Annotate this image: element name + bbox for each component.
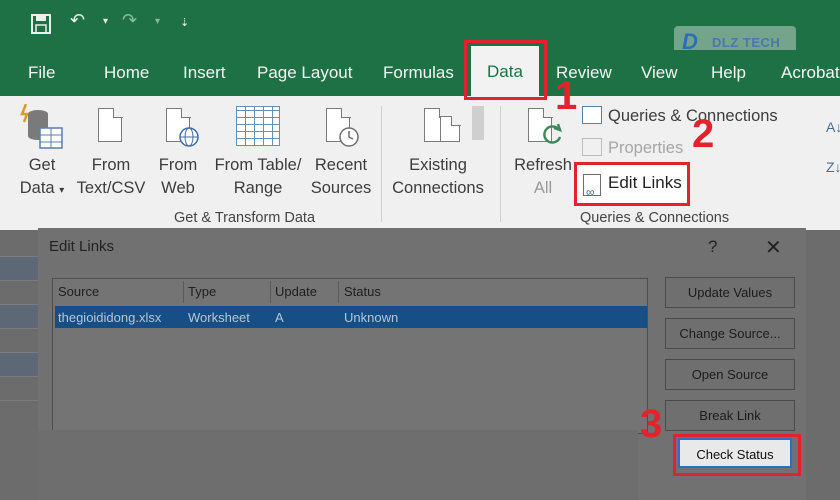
chevron-down-icon: ▾ — [59, 185, 65, 196]
cell-source: thegioididong.xlsx — [58, 310, 162, 325]
sort-za-icon[interactable]: Z↓ — [826, 156, 840, 179]
row-divider — [0, 376, 38, 377]
scroll-handle-icon — [472, 106, 484, 140]
save-icon[interactable] — [30, 13, 52, 35]
highlight-box-data-tab — [464, 40, 547, 100]
recent-sources-button[interactable]: Recent Sources — [306, 154, 376, 200]
title-bar: ↶ ▾ ↷ ▾ ⇣ D DLZ TECH — [0, 0, 840, 60]
column-header-update[interactable]: Update — [275, 284, 317, 299]
help-icon[interactable]: ? — [708, 237, 717, 257]
row-divider — [0, 256, 38, 257]
close-icon[interactable]: ✕ — [765, 235, 782, 260]
tab-view[interactable]: View — [641, 63, 678, 83]
table-icon — [236, 106, 280, 146]
highlight-box-check-status — [673, 434, 801, 476]
tab-insert[interactable]: Insert — [183, 63, 226, 83]
properties-icon — [582, 138, 602, 156]
column-divider — [338, 281, 339, 303]
row-header-selected — [0, 256, 38, 280]
update-values-button[interactable]: Update Values — [665, 277, 795, 308]
step-badge-3: 3 — [640, 402, 663, 446]
row-header-selected — [0, 352, 38, 376]
column-header-type[interactable]: Type — [188, 284, 216, 299]
database-icon — [18, 103, 66, 154]
existing-connections-button[interactable]: Existing Connections — [386, 154, 490, 200]
link-icon: ∞ — [586, 185, 595, 199]
text-file-icon — [98, 107, 123, 142]
connections-document-icon — [440, 115, 461, 142]
column-header-source[interactable]: Source — [58, 284, 99, 299]
from-web-button[interactable]: From Web — [150, 154, 206, 200]
group-label-queries: Queries & Connections — [580, 210, 730, 226]
table-row[interactable]: thegioididong.xlsx Worksheet A Unknown — [55, 306, 647, 328]
dialog-title: Edit Links — [49, 238, 115, 255]
row-divider — [0, 352, 38, 353]
sort-az-icon[interactable]: A↓ — [826, 116, 840, 139]
change-source-button[interactable]: Change Source... — [665, 318, 795, 349]
tab-formulas[interactable]: Formulas — [383, 63, 454, 83]
undo-dropdown-icon[interactable]: ▾ — [103, 16, 108, 27]
group-divider — [381, 106, 382, 222]
tab-acrobat[interactable]: Acrobat — [781, 63, 840, 83]
customize-qat-icon[interactable]: ⇣ — [180, 16, 189, 29]
row-divider — [0, 400, 38, 401]
column-divider — [183, 281, 184, 303]
undo-icon[interactable]: ↶ — [70, 10, 85, 31]
cell-status: Unknown — [344, 310, 399, 325]
row-header-selected — [0, 304, 38, 328]
step-badge-1: 1 — [555, 74, 578, 118]
row-divider — [0, 328, 38, 329]
group-divider — [500, 106, 501, 222]
group-label-get-transform: Get & Transform Data — [174, 210, 316, 226]
clock-icon — [339, 127, 359, 147]
column-header-status[interactable]: Status — [344, 284, 381, 299]
refresh-icon — [543, 123, 562, 144]
links-table[interactable]: Source Type Update Status thegioididong.… — [52, 278, 648, 434]
properties-button[interactable]: Properties — [582, 138, 683, 158]
tab-help[interactable]: Help — [711, 63, 746, 83]
from-text-csv-button[interactable]: From Text/CSV — [74, 154, 148, 200]
refresh-all-button[interactable]: Refresh All — [510, 154, 576, 200]
redo-dropdown-icon[interactable]: ▾ — [155, 16, 160, 27]
tab-home[interactable]: Home — [104, 63, 149, 83]
dialog-footer — [38, 430, 638, 500]
from-table-range-button[interactable]: From Table/ Range — [208, 154, 308, 200]
get-data-button[interactable]: Get Data ▾ — [14, 154, 70, 202]
step-badge-2: 2 — [692, 112, 715, 156]
ribbon-tabs: File Home Insert Page Layout Formulas Re… — [0, 50, 840, 96]
row-divider — [0, 304, 38, 305]
queries-icon — [582, 106, 602, 124]
redo-icon[interactable]: ↷ — [122, 10, 137, 31]
tab-page-layout[interactable]: Page Layout — [257, 63, 352, 83]
break-link-button[interactable]: Break Link — [665, 400, 795, 431]
queries-connections-button[interactable]: Queries & Connections — [582, 106, 778, 126]
globe-icon — [179, 127, 199, 147]
row-divider — [0, 280, 38, 281]
sheet-margin — [0, 430, 38, 500]
cell-type: Worksheet — [188, 310, 250, 325]
tab-file[interactable]: File — [28, 63, 55, 83]
edit-links-button[interactable]: ∞ Edit Links — [574, 162, 690, 206]
open-source-button[interactable]: Open Source — [665, 359, 795, 390]
cell-update: A — [275, 310, 284, 325]
column-divider — [270, 281, 271, 303]
